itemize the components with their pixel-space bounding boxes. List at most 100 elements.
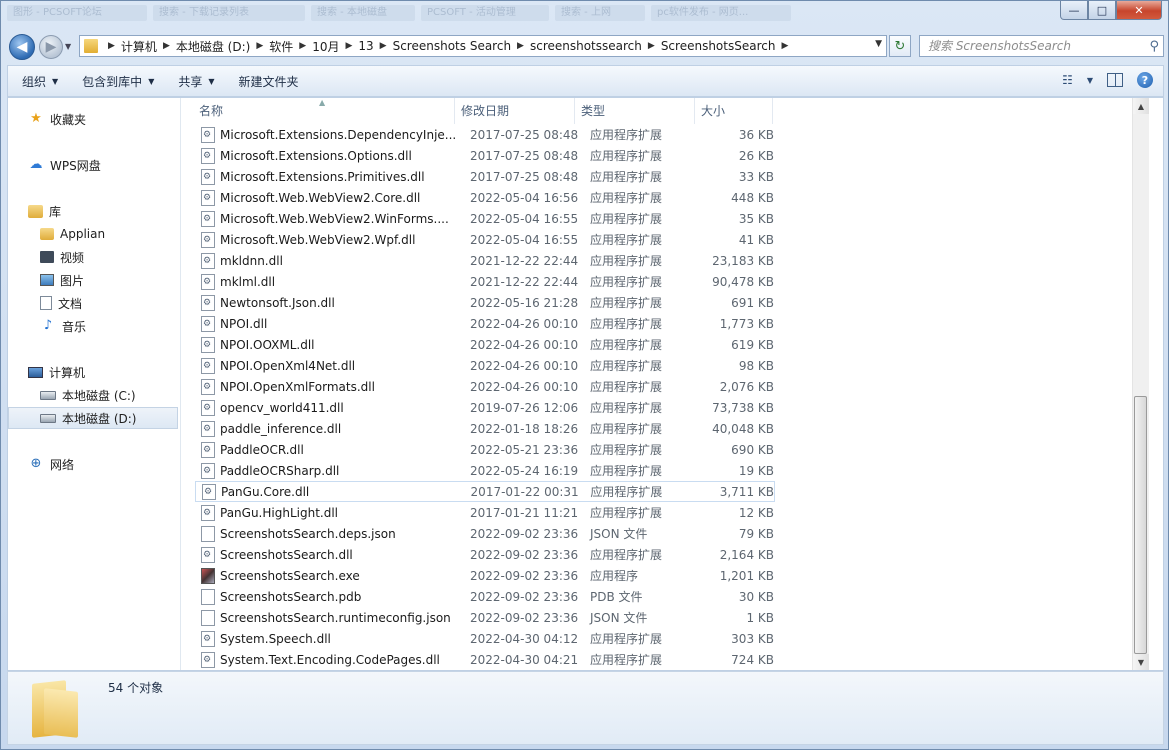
scrollbar-thumb[interactable] [1134, 396, 1147, 654]
file-row[interactable]: NPOI.OpenXmlFormats.dll 2022-04-26 00:10 应… [195, 376, 775, 397]
breadcrumb-item[interactable]: 计算机 [121, 38, 157, 55]
nav-item-library[interactable]: 库 [8, 200, 198, 222]
chevron-right-icon[interactable]: ▶ [648, 41, 655, 51]
view-options-icon[interactable]: ☷ [1062, 73, 1073, 87]
column-header-type[interactable]: 类型 [575, 98, 695, 124]
refresh-button[interactable]: ↻ [889, 35, 911, 57]
file-row[interactable]: Microsoft.Web.WebView2.WinForms.... 2022-… [195, 208, 775, 229]
recent-pages-dropdown-icon[interactable]: ▼ [65, 42, 71, 51]
file-row[interactable]: paddle_inference.dll 2022-01-18 18:26 应用程序… [195, 418, 775, 439]
file-name: NPOI.OOXML.dll [220, 337, 315, 352]
file-row[interactable]: NPOI.dll 2022-04-26 00:10 应用程序扩展 1,773 KB [195, 313, 775, 334]
share-button[interactable]: 共享 ▼ [164, 73, 224, 90]
nav-item-favorites[interactable]: ★ 收藏夹 [8, 108, 198, 130]
file-type: 应用程序扩展 [590, 632, 663, 646]
maximize-button[interactable]: □ [1088, 1, 1116, 20]
file-row[interactable]: Microsoft.Extensions.DependencyInje... 20… [195, 124, 775, 145]
chevron-right-icon[interactable]: ▶ [345, 41, 352, 51]
scroll-up-icon[interactable]: ▲ [1133, 98, 1149, 114]
file-size: 26 KB [738, 148, 774, 163]
search-input[interactable]: 搜索 ScreenshotsSearch ⚲ [919, 35, 1164, 57]
breadcrumb-item[interactable]: 13 [358, 39, 373, 53]
file-row[interactable]: System.Speech.dll 2022-04-30 04:12 应用程序扩展 3… [195, 628, 775, 649]
file-date: 2017-01-21 11:21 [470, 505, 579, 520]
minimize-button[interactable]: — [1060, 1, 1088, 20]
file-row[interactable]: opencv_world411.dll 2019-07-26 12:06 应用程序扩… [195, 397, 775, 418]
chevron-right-icon[interactable]: ▶ [781, 41, 788, 51]
chevron-right-icon[interactable]: ▶ [163, 41, 170, 51]
chevron-right-icon[interactable]: ▶ [108, 41, 115, 51]
file-row[interactable]: NPOI.OOXML.dll 2022-04-26 00:10 应用程序扩展 619 … [195, 334, 775, 355]
nav-item-network[interactable]: ⊕ 网络 [8, 453, 198, 475]
close-button[interactable]: ✕ [1116, 1, 1162, 20]
file-row[interactable]: PaddleOCRSharp.dll 2022-05-24 16:19 应用程序扩展… [195, 460, 775, 481]
help-icon[interactable]: ? [1137, 72, 1153, 88]
file-row[interactable]: mkldnn.dll 2021-12-22 22:44 应用程序扩展 23,183 K… [195, 250, 775, 271]
breadcrumb-item[interactable]: 本地磁盘 (D:) [176, 38, 250, 55]
nav-item-videos[interactable]: 视频 [8, 246, 210, 268]
document-icon [40, 296, 52, 310]
nav-label: 收藏夹 [50, 112, 87, 127]
ghost-tab: pc软件发布 - 网页... [651, 5, 791, 21]
file-row[interactable]: ScreenshotsSearch.pdb 2022-09-02 23:36 PDB… [195, 586, 775, 607]
nav-item-pictures[interactable]: 图片 [8, 269, 210, 291]
file-row[interactable]: ScreenshotsSearch.deps.json 2022-09-02 23… [195, 523, 775, 544]
file-name: NPOI.OpenXmlFormats.dll [220, 379, 375, 394]
file-row[interactable]: PanGu.Core.dll 2017-01-22 00:31 应用程序扩展 3,71… [195, 481, 775, 502]
include-in-library-button[interactable]: 包含到库中 ▼ [68, 73, 164, 90]
new-folder-button[interactable]: 新建文件夹 [225, 73, 309, 90]
file-row[interactable]: PaddleOCR.dll 2022-05-21 23:36 应用程序扩展 690 K… [195, 439, 775, 460]
file-row[interactable]: NPOI.OpenXml4Net.dll 2022-04-26 00:10 应用程序… [195, 355, 775, 376]
file-size: 40,048 KB [712, 421, 774, 436]
file-row[interactable]: Microsoft.Web.WebView2.Wpf.dll 2022-05-04… [195, 229, 775, 250]
view-dropdown-icon[interactable]: ▼ [1087, 76, 1093, 85]
nav-item-drive-d[interactable]: 本地磁盘 (D:) [8, 407, 178, 429]
nav-item-computer[interactable]: 计算机 [8, 361, 198, 383]
network-icon: ⊕ [30, 456, 42, 471]
nav-item-documents[interactable]: 文档 [8, 292, 210, 314]
file-row[interactable]: Microsoft.Extensions.Primitives.dll 2017-… [195, 166, 775, 187]
file-size: 36 KB [738, 127, 774, 142]
file-row[interactable]: System.Text.Encoding.CodePages.dll 2022-0… [195, 649, 775, 670]
file-date: 2022-04-26 00:10 [470, 337, 579, 352]
ghost-tab: 搜索 - 本地磁盘 [311, 5, 415, 21]
forward-button[interactable]: ▶ [39, 35, 63, 59]
breadcrumb-item[interactable]: Screenshots Search [393, 39, 511, 53]
breadcrumb: ▶ 计算机 ▶ 本地磁盘 (D:) ▶ 软件 ▶ 10月 ▶ 13 ▶ Scre… [102, 38, 794, 55]
breadcrumb-item[interactable]: screenshotssearch [530, 39, 642, 53]
chevron-right-icon[interactable]: ▶ [380, 41, 387, 51]
file-type: JSON 文件 [590, 611, 648, 625]
breadcrumb-item[interactable]: 软件 [269, 38, 293, 55]
chevron-right-icon[interactable]: ▶ [517, 41, 524, 51]
nav-item-applian[interactable]: Applian [8, 223, 210, 245]
breadcrumb-item[interactable]: ScreenshotsSearch [661, 39, 776, 53]
scroll-down-icon[interactable]: ▼ [1133, 654, 1149, 670]
back-button[interactable]: ◀ [9, 34, 35, 60]
address-history-dropdown-icon[interactable]: ▼ [875, 39, 882, 49]
file-row[interactable]: ScreenshotsSearch.exe 2022-09-02 23:36 应用程… [195, 565, 775, 586]
nav-label: Applian [60, 227, 106, 241]
preview-pane-icon[interactable] [1107, 73, 1123, 87]
file-row[interactable]: Newtonsoft.Json.dll 2022-05-16 21:28 应用程序扩… [195, 292, 775, 313]
organize-button[interactable]: 组织 ▼ [8, 73, 68, 90]
dll-file-icon [201, 168, 215, 185]
chevron-right-icon[interactable]: ▶ [256, 41, 263, 51]
file-row[interactable]: mklml.dll 2021-12-22 22:44 应用程序扩展 90,478 KB [195, 271, 775, 292]
nav-item-drive-c[interactable]: 本地磁盘 (C:) [8, 384, 210, 406]
file-row[interactable]: ScreenshotsSearch.dll 2022-09-02 23:36 应用程… [195, 544, 775, 565]
breadcrumb-item[interactable]: 10月 [312, 38, 339, 55]
nav-item-music[interactable]: ♪ 音乐 [8, 315, 210, 337]
address-bar[interactable]: ▶ 计算机 ▶ 本地磁盘 (D:) ▶ 软件 ▶ 10月 ▶ 13 ▶ Scre… [79, 35, 887, 57]
dll-file-icon [201, 273, 215, 290]
file-row[interactable]: Microsoft.Extensions.Options.dll 2017-07-… [195, 145, 775, 166]
nav-item-wps[interactable]: ☁ WPS网盘 [8, 154, 198, 176]
column-header-date[interactable]: 修改日期 [455, 98, 575, 124]
file-row[interactable]: PanGu.HighLight.dll 2017-01-21 11:21 应用程序扩… [195, 502, 775, 523]
file-row[interactable]: Microsoft.Web.WebView2.Core.dll 2022-05-0… [195, 187, 775, 208]
chevron-right-icon[interactable]: ▶ [299, 41, 306, 51]
vertical-scrollbar[interactable]: ▲ ▼ [1132, 98, 1149, 670]
column-header-size[interactable]: 大小 [695, 98, 773, 124]
column-header-name[interactable]: ▲ 名称 [181, 98, 455, 124]
file-row[interactable]: ScreenshotsSearch.runtimeconfig.json 2022… [195, 607, 775, 628]
search-icon[interactable]: ⚲ [1149, 37, 1159, 57]
